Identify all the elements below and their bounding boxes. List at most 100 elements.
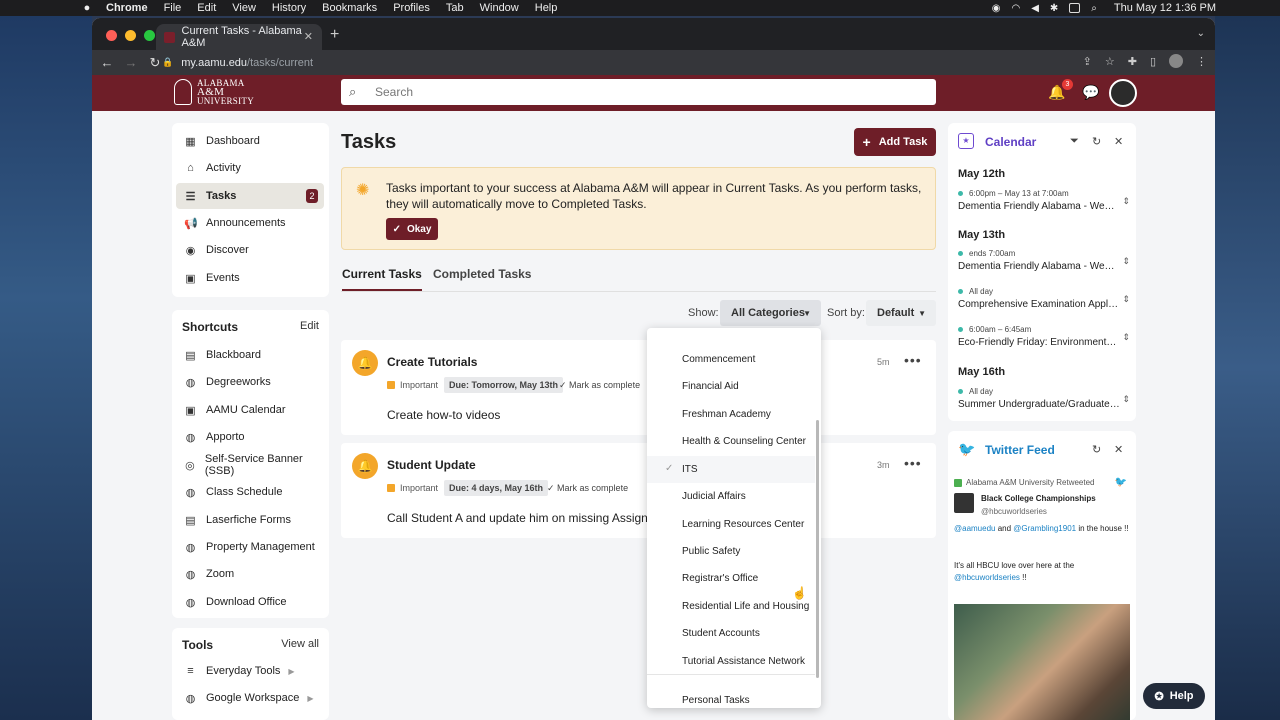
category-option[interactable]: Public Safety bbox=[647, 538, 815, 565]
new-tab-icon[interactable]: + bbox=[330, 26, 339, 44]
nav-item-discover[interactable]: ◉ Discover bbox=[176, 237, 324, 263]
menu-file[interactable]: File bbox=[164, 2, 182, 14]
back-icon[interactable]: ← bbox=[96, 55, 118, 70]
menu-app[interactable]: Chrome bbox=[106, 2, 148, 14]
shortcut-apporto[interactable]: ◍ Apporto bbox=[176, 424, 324, 450]
category-option[interactable]: Personal Tasks bbox=[647, 687, 815, 708]
close-tab-icon[interactable]: ✕ bbox=[304, 30, 313, 43]
menu-window[interactable]: Window bbox=[480, 2, 519, 14]
address-bar[interactable]: 🔒 my.aamu.edu/tasks/current bbox=[162, 53, 313, 72]
more-horiz-icon[interactable]: ••• bbox=[904, 352, 922, 368]
extensions-icon[interactable]: ✚ bbox=[1128, 55, 1137, 68]
category-option[interactable]: Student Accounts bbox=[647, 620, 815, 647]
shortcut-ssb[interactable]: ◎ Self-Service Banner (SSB) bbox=[176, 452, 324, 478]
menu-tab[interactable]: Tab bbox=[446, 2, 464, 14]
mention-link[interactable]: @hbcuworldseries bbox=[954, 573, 1020, 582]
mention-link[interactable]: @aamuedu bbox=[954, 524, 995, 533]
minimize-window-button[interactable] bbox=[125, 30, 136, 41]
shortcut-property-management[interactable]: ◍ Property Management bbox=[176, 534, 324, 560]
expand-icon[interactable]: ⇕ bbox=[1122, 332, 1130, 343]
okay-button[interactable]: ✓ Okay bbox=[386, 218, 438, 240]
zoom-window-button[interactable] bbox=[144, 30, 155, 41]
shortcut-class-schedule[interactable]: ◍ Class Schedule bbox=[176, 479, 324, 505]
category-option[interactable]: Learning Resources Center bbox=[647, 511, 815, 538]
expand-icon[interactable]: ⇕ bbox=[1122, 394, 1130, 405]
mention-link[interactable]: @Grambling1901 bbox=[1013, 524, 1076, 533]
calendar-event[interactable]: All day Summer Undergraduate/Graduate ..… bbox=[958, 387, 1130, 417]
help-button[interactable]: ✪ Help bbox=[1143, 683, 1205, 709]
filter-icon[interactable]: ⏷ bbox=[1070, 135, 1079, 148]
collapse-icon[interactable]: ✕ bbox=[1114, 443, 1123, 456]
shortcut-degreeworks[interactable]: ◍ Degreeworks bbox=[176, 369, 324, 395]
tool-google-workspace[interactable]: ◍ Google Workspace ▶ bbox=[176, 685, 324, 711]
chevron-down-icon[interactable]: ⌄ bbox=[1197, 28, 1205, 39]
chat-icon[interactable]: 💬 bbox=[1082, 84, 1099, 101]
tweet-photo[interactable] bbox=[954, 604, 1130, 720]
nav-item-activity[interactable]: ⌂ Activity bbox=[176, 155, 324, 181]
category-option[interactable]: Tutorial Assistance Network bbox=[647, 648, 815, 675]
calendar-event[interactable]: 6:00am – 6:45am Eco-Friendly Friday: Env… bbox=[958, 325, 1130, 355]
sidepanel-icon[interactable]: ▯ bbox=[1150, 55, 1156, 68]
forward-icon[interactable]: → bbox=[120, 55, 142, 70]
bluetooth-icon[interactable]: ✱ bbox=[1050, 3, 1058, 14]
category-option[interactable]: Judicial Affairs bbox=[647, 483, 815, 510]
calendar-title[interactable]: Calendar bbox=[985, 135, 1036, 149]
close-window-button[interactable] bbox=[106, 30, 117, 41]
share-icon[interactable]: ⇪ bbox=[1083, 55, 1092, 68]
shortcut-laserfiche[interactable]: ▤ Laserfiche Forms bbox=[176, 507, 324, 533]
menu-view[interactable]: View bbox=[232, 2, 256, 14]
mark-complete-link[interactable]: ✓ Mark as complete bbox=[547, 483, 628, 494]
spotlight-icon[interactable]: ⌕ bbox=[1091, 3, 1097, 14]
expand-icon[interactable]: ⇕ bbox=[1122, 256, 1130, 267]
twitter-bird-icon[interactable]: 🐦 bbox=[1115, 477, 1127, 488]
record-icon[interactable]: ◉ bbox=[992, 3, 1001, 14]
tab-current-tasks[interactable]: Current Tasks bbox=[342, 267, 422, 291]
apple-icon[interactable]: ● bbox=[80, 2, 94, 14]
expand-icon[interactable]: ⇕ bbox=[1122, 196, 1130, 207]
category-option[interactable]: Registrar's Office bbox=[647, 565, 815, 592]
shortcut-aamu-calendar[interactable]: ▣ AAMU Calendar bbox=[176, 397, 324, 423]
account-avatar[interactable] bbox=[954, 493, 974, 513]
wifi-icon[interactable]: ◠ bbox=[1011, 3, 1020, 14]
add-task-button[interactable]: + Add Task bbox=[854, 128, 936, 156]
volume-icon[interactable]: ◀ bbox=[1031, 3, 1039, 14]
shortcuts-edit-link[interactable]: Edit bbox=[300, 320, 319, 332]
category-option-selected[interactable]: ✓ ITS bbox=[647, 456, 815, 483]
tab-completed-tasks[interactable]: Completed Tasks bbox=[433, 267, 531, 281]
sort-select[interactable]: Default ▼ bbox=[866, 300, 936, 326]
dropdown-scrollbar[interactable] bbox=[816, 420, 819, 678]
nav-item-events[interactable]: ▣ Events bbox=[176, 265, 324, 291]
account-handle[interactable]: @hbcuworldseries bbox=[981, 507, 1047, 516]
task-title[interactable]: Student Update bbox=[387, 458, 476, 472]
nav-item-announcements[interactable]: 📢 Announcements bbox=[176, 210, 324, 236]
category-option[interactable]: Health & Counseling Center bbox=[647, 428, 815, 455]
menu-bookmarks[interactable]: Bookmarks bbox=[322, 2, 377, 14]
browser-tab[interactable]: Current Tasks - Alabama A&M ✕ bbox=[156, 24, 322, 50]
nav-item-dashboard[interactable]: ▦ Dashboard bbox=[176, 128, 324, 154]
mark-complete-link[interactable]: ✓ Mark as complete bbox=[559, 380, 640, 391]
battery-icon[interactable] bbox=[1069, 3, 1081, 13]
calendar-event[interactable]: All day Comprehensive Examination Applic… bbox=[958, 287, 1130, 317]
nav-item-tasks[interactable]: ☰ Tasks 2 bbox=[176, 183, 324, 209]
search-input[interactable]: ⌕ Search bbox=[341, 79, 936, 105]
menu-help[interactable]: Help bbox=[535, 2, 558, 14]
more-horiz-icon[interactable]: ••• bbox=[904, 455, 922, 471]
menu-edit[interactable]: Edit bbox=[197, 2, 216, 14]
category-select[interactable]: All Categories ▼ bbox=[720, 300, 821, 326]
avatar[interactable] bbox=[1109, 79, 1137, 107]
calendar-event[interactable]: ends 7:00am Dementia Friendly Alabama - … bbox=[958, 249, 1130, 279]
task-card[interactable]: 🔔 Student Update Important Due: 4 days, … bbox=[341, 443, 936, 538]
expand-icon[interactable]: ⇕ bbox=[1122, 294, 1130, 305]
shortcut-blackboard[interactable]: ▤ Blackboard bbox=[176, 342, 324, 368]
menu-clock[interactable]: Thu May 12 1:36 PM bbox=[1114, 2, 1216, 14]
tool-everyday-tools[interactable]: ≡ Everyday Tools ▶ bbox=[176, 658, 324, 684]
collapse-icon[interactable]: ✕ bbox=[1114, 135, 1123, 148]
category-option[interactable]: Commencement bbox=[647, 346, 815, 373]
category-option[interactable]: Freshman Academy bbox=[647, 401, 815, 428]
profile-avatar[interactable] bbox=[1169, 54, 1183, 68]
aamu-logo[interactable]: ALABAMA A&M UNIVERSITY bbox=[174, 79, 254, 106]
shortcut-zoom[interactable]: ◍ Zoom bbox=[176, 561, 324, 587]
tools-view-all-link[interactable]: View all bbox=[281, 638, 319, 650]
category-option[interactable]: Residential Life and Housing bbox=[647, 593, 815, 620]
refresh-icon[interactable]: ↻ bbox=[1092, 443, 1101, 456]
